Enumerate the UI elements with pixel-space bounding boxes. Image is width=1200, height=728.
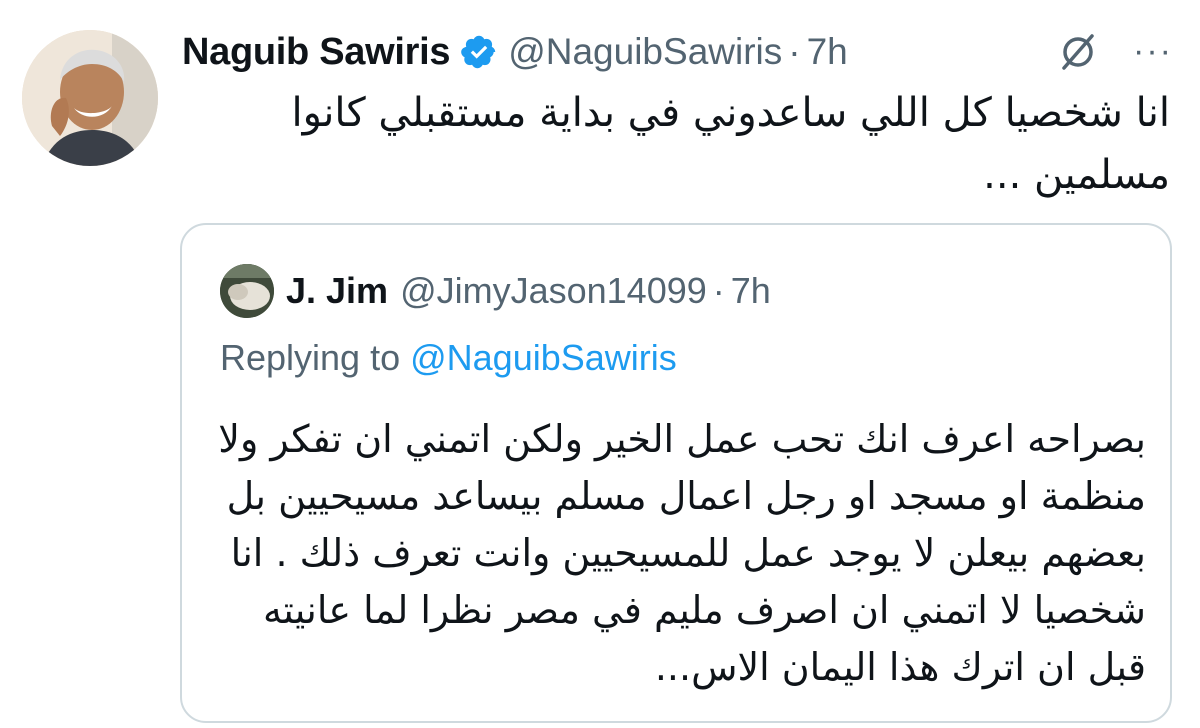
separator-dot: · [788, 31, 801, 72]
quoted-avatar-photo [220, 264, 274, 318]
grok-icon[interactable] [1056, 30, 1100, 74]
quoted-author-name[interactable]: J. Jim [286, 270, 388, 312]
tweet-timestamp[interactable]: 7h [807, 31, 848, 73]
tweet-text: انا شخصيا كل اللي ساعدوني في بداية مستقب… [278, 90, 1171, 198]
quoted-author-avatar[interactable] [220, 264, 274, 318]
verified-badge-icon [460, 33, 498, 71]
author-avatar[interactable] [22, 30, 158, 166]
quoted-tweet-card[interactable]: J. Jim @JimyJason14099 · 7h Replying to … [180, 223, 1172, 723]
replying-mention-link[interactable]: @NaguibSawiris [410, 337, 677, 378]
tweet-header: Naguib Sawiris @NaguibSawiris · 7h [182, 26, 1160, 78]
avatar-photo [22, 30, 158, 166]
quoted-tweet-timestamp[interactable]: 7h [731, 270, 771, 312]
more-options-icon[interactable]: ··· [1132, 32, 1174, 70]
quoted-tweet-text: بصراحه اعرف انك تحب عمل الخير ولكن اتمني… [206, 417, 1146, 689]
separator-dot: · [712, 270, 725, 311]
author-name[interactable]: Naguib Sawiris [182, 31, 451, 74]
quoted-tweet-header: J. Jim @JimyJason14099 · 7h [286, 263, 771, 319]
replying-to-line: Replying to @NaguibSawiris [220, 337, 677, 379]
author-handle[interactable]: @NaguibSawiris [508, 31, 782, 73]
replying-prefix: Replying to [220, 337, 411, 378]
quoted-author-handle[interactable]: @JimyJason14099 [400, 270, 707, 312]
